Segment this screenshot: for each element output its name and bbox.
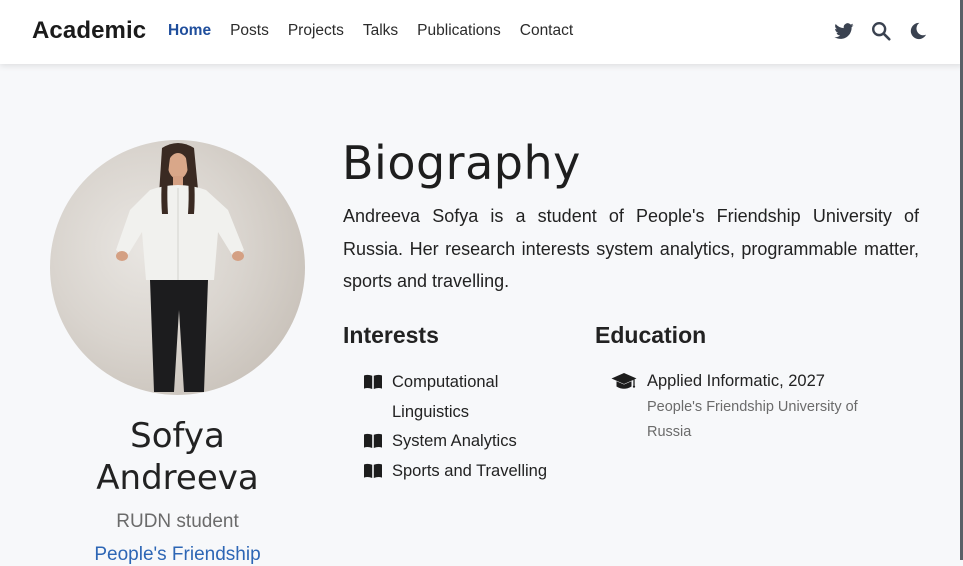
twitter-icon[interactable] (833, 20, 855, 42)
nav-link-projects[interactable]: Projects (288, 22, 344, 40)
search-icon[interactable] (870, 20, 892, 42)
graduation-cap-icon (611, 373, 637, 389)
education-list: Applied Informatic, 2027 People's Friend… (611, 368, 891, 445)
profile-organization-link[interactable]: People's Friendship (50, 544, 305, 566)
avatar (50, 140, 305, 395)
biography-text: Andreeva Sofya is a student of People's … (343, 206, 919, 291)
interest-label: Sports and Travelling (392, 461, 548, 480)
book-icon (364, 463, 382, 478)
interest-label: System Analytics (392, 432, 517, 450)
nav-links: Home Posts Projects Talks Publications C… (168, 22, 592, 40)
profile-name: Sofya Andreeva (96, 416, 259, 498)
site-brand[interactable]: Academic (32, 17, 146, 45)
interests-title: Interests (343, 322, 439, 348)
biography-title: Biography (342, 136, 581, 190)
avatar-portrait (116, 143, 244, 392)
profile-role: RUDN student (116, 511, 239, 532)
education-course: Applied Informatic, 2027 (647, 372, 825, 390)
interest-item: Sports and Travelling (363, 457, 578, 487)
nav-link-talks[interactable]: Talks (363, 22, 398, 40)
moon-icon[interactable] (907, 20, 929, 42)
top-navbar: Academic Home Posts Projects Talks Publi… (0, 0, 963, 64)
nav-link-publications[interactable]: Publications (417, 22, 501, 40)
nav-link-home[interactable]: Home (168, 22, 211, 40)
nav-link-posts[interactable]: Posts (230, 22, 269, 40)
nav-link-contact[interactable]: Contact (520, 22, 573, 40)
education-institution: People's Friendship University of Russia (647, 399, 858, 440)
interest-item: System Analytics (363, 427, 578, 457)
education-title: Education (595, 322, 707, 348)
interest-item: Computational Linguistics (363, 368, 578, 427)
book-icon (364, 433, 382, 448)
interest-label: Computational Linguistics (392, 373, 499, 421)
education-item: Applied Informatic, 2027 People's Friend… (611, 368, 891, 445)
book-icon (364, 374, 382, 389)
interests-list: Computational Linguistics System Analyti… (363, 368, 578, 486)
nav-icons (818, 20, 929, 42)
